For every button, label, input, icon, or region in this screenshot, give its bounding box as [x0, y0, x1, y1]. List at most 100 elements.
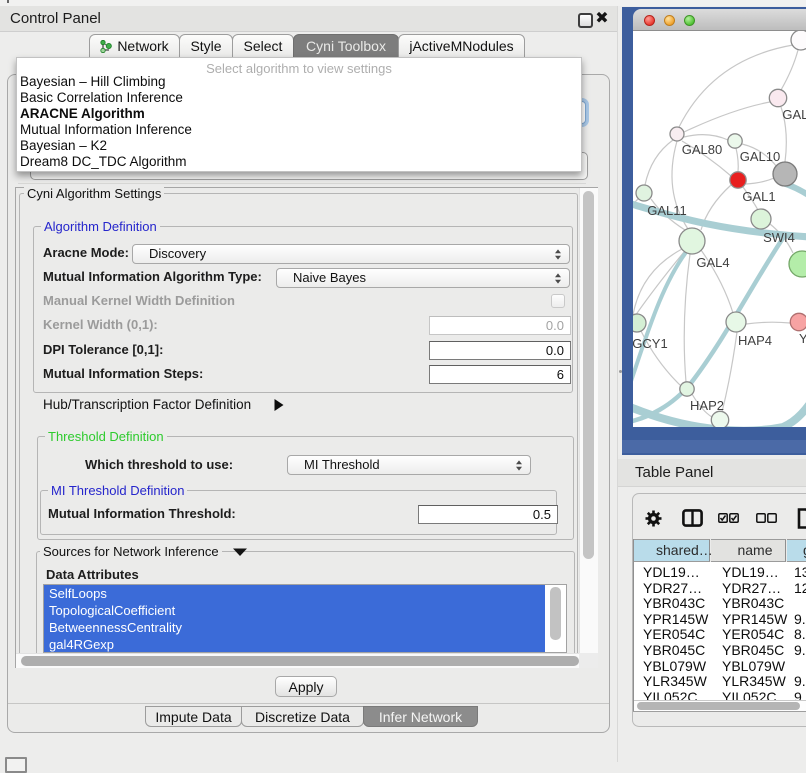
node-salmon[interactable]	[790, 313, 806, 330]
combo-arrows-icon	[555, 249, 561, 260]
dpi-tolerance-label: DPI Tolerance [0,1]:	[43, 342, 163, 357]
network-edge[interactable]	[645, 140, 673, 185]
tab-select-label: Select	[244, 38, 283, 54]
aracne-mode-combo[interactable]: Discovery	[132, 244, 570, 264]
list-item[interactable]: BetweennessCentrality	[44, 619, 545, 636]
popup-items: Bayesian – Hill ClimbingBasic Correlatio…	[20, 74, 579, 170]
collapse-down-icon[interactable]	[233, 548, 247, 556]
table-cell: YDR27…	[643, 581, 702, 597]
tab-select[interactable]: Select	[232, 34, 294, 58]
network-edge[interactable]	[679, 45, 793, 127]
manual-kernel-checkbox[interactable]	[551, 294, 565, 308]
tab-cyni-toolbox[interactable]: Cyni Toolbox	[293, 34, 399, 58]
table-row[interactable]: YDR27…YDR27…12	[634, 581, 806, 597]
close-icon[interactable]: ✖	[594, 10, 610, 29]
node-gal80[interactable]	[670, 127, 684, 141]
tab-impute-data[interactable]: Impute Data	[145, 706, 242, 727]
mi-type-combo[interactable]: Naive Bayes	[276, 268, 570, 288]
node-gcy1[interactable]	[633, 314, 646, 332]
document-icon[interactable]	[797, 508, 806, 529]
mac-zoom-button[interactable]	[684, 15, 695, 26]
table-row[interactable]: YLR345WYLR345W9.	[634, 674, 806, 690]
apply-button[interactable]: Apply	[275, 676, 337, 697]
popup-item[interactable]: Dream8 DC_TDC Algorithm	[20, 154, 579, 170]
mi-threshold-title: MI Threshold Definition	[48, 483, 187, 498]
node-hap2[interactable]	[680, 382, 694, 396]
tab-infer-network[interactable]: Infer Network	[363, 706, 478, 727]
column-header-shared-name[interactable]: shared…	[634, 539, 710, 562]
node-gal2[interactable]	[769, 89, 786, 106]
kernel-width-field[interactable]: 0.0	[429, 316, 571, 335]
expand-right-icon[interactable]	[273, 399, 284, 411]
checkboxes-checked-icon[interactable]	[718, 513, 739, 523]
list-item[interactable]: gal4RGexp	[44, 636, 545, 653]
float-window-icon[interactable]	[578, 13, 593, 28]
table-row[interactable]: YER054CYER054C8.	[634, 627, 806, 643]
popup-item[interactable]: Bayesian – K2	[20, 138, 579, 154]
panel-divider[interactable]	[617, 6, 618, 762]
node-top-right[interactable]	[791, 31, 806, 50]
node-gal10[interactable]	[728, 134, 742, 148]
network-canvas[interactable]: GAL2GAL80GAL10GAL1GAL11SWI4GAL4GCY1HAP4Y…	[633, 31, 806, 427]
mi-steps-field[interactable]: 6	[429, 365, 571, 384]
checkboxes-unchecked-icon[interactable]	[756, 513, 777, 523]
mac-close-button[interactable]	[644, 15, 655, 26]
node-hap4[interactable]	[726, 312, 746, 332]
network-edge[interactable]	[736, 148, 738, 172]
table-rows[interactable]: YDL19…YDL19…13YDR27…YDR27…12YBR043CYBR04…	[634, 562, 806, 700]
tab-network[interactable]: Network	[89, 34, 180, 58]
mac-minimize-button[interactable]	[664, 15, 675, 26]
popup-item[interactable]: Mutual Information Inference	[20, 122, 579, 138]
network-edge[interactable]	[684, 135, 728, 140]
settings-vscrollbar-thumb[interactable]	[583, 191, 594, 559]
settings-hscrollbar-thumb[interactable]	[21, 656, 579, 666]
table-row[interactable]: YBR043CYBR043C	[634, 596, 806, 612]
table-cell: YER054C	[643, 627, 705, 643]
tab-discretize-data[interactable]: Discretize Data	[241, 706, 364, 727]
table-row[interactable]: YBR045CYBR045C9.	[634, 643, 806, 659]
data-attributes-list[interactable]: SelfLoopsTopologicalCoefficientBetweenne…	[43, 584, 567, 653]
table-hscrollbar-thumb[interactable]	[637, 702, 800, 710]
table-row[interactable]: YIL052CYIL052C9	[634, 690, 806, 700]
table-row[interactable]: YDL19…YDL19…13	[634, 565, 806, 581]
popup-item[interactable]: Bayesian – Hill Climbing	[20, 74, 579, 90]
bottom-tabbar-divider	[8, 703, 609, 704]
tab-style[interactable]: Style	[179, 34, 233, 58]
node-gal4[interactable]	[679, 228, 705, 254]
list-item[interactable]: TopologicalCoefficient	[44, 602, 545, 619]
popup-item[interactable]: ARACNE Algorithm	[20, 106, 579, 122]
which-threshold-combo[interactable]: MI Threshold	[287, 455, 531, 475]
table-row[interactable]: YPR145WYPR145W9.	[634, 612, 806, 628]
list-item[interactable]: SelfLoops	[44, 585, 545, 602]
split-view-icon[interactable]	[682, 509, 703, 527]
network-edge[interactable]	[684, 254, 690, 382]
popup-item[interactable]: Basic Correlation Inference	[20, 90, 579, 106]
node-gal11[interactable]	[636, 185, 652, 201]
network-window-frame-bottom	[622, 440, 806, 453]
column-header-name[interactable]: name	[711, 539, 786, 562]
top-tick	[7, 0, 9, 3]
gear-icon[interactable]	[645, 510, 662, 527]
network-edge[interactable]	[746, 322, 790, 324]
node-gal1[interactable]	[730, 172, 746, 188]
column-header-third[interactable]: ga…	[787, 539, 806, 562]
node-gcy1-label: GCY1	[633, 336, 668, 351]
network-edge[interactable]	[684, 102, 770, 132]
node-swi4[interactable]	[751, 209, 771, 229]
network-edge[interactable]	[746, 178, 774, 184]
table-panel-title: Table Panel	[635, 459, 713, 486]
list-scrollbar-thumb[interactable]	[550, 587, 561, 640]
table-row[interactable]: YBL079WYBL079W	[634, 659, 806, 675]
node-green-right[interactable]	[789, 251, 806, 277]
algorithm-definition-title: Algorithm Definition	[41, 219, 160, 234]
network-edge[interactable]	[722, 332, 737, 412]
network-window-titlebar[interactable]	[633, 9, 806, 31]
sources-title: Sources for Network Inference	[40, 544, 222, 559]
node-gal2-label: GAL2	[782, 107, 806, 122]
node-bottom[interactable]	[711, 411, 728, 427]
network-edge[interactable]	[781, 50, 798, 90]
dpi-tolerance-field[interactable]: 0.0	[429, 341, 571, 360]
tab-jactivemnodules[interactable]: jActiveMNodules	[398, 34, 525, 58]
mi-threshold-field[interactable]: 0.5	[418, 505, 558, 524]
node-gray[interactable]	[773, 162, 797, 186]
